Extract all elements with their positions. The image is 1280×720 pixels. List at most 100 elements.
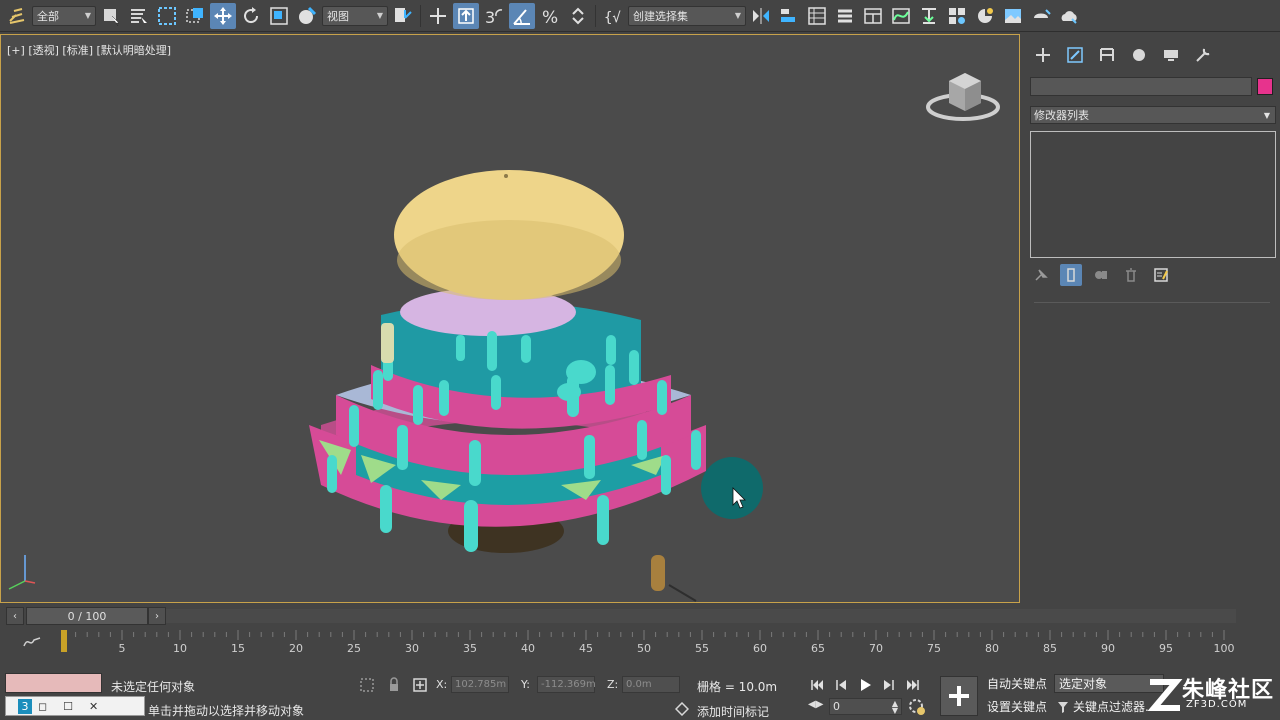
maxscript-listener-field[interactable] <box>5 673 102 693</box>
remove-modifier-icon[interactable] <box>1120 264 1142 286</box>
select-object-icon[interactable] <box>98 3 124 29</box>
align-icon[interactable] <box>776 3 802 29</box>
modifier-list-label: 修改器列表 <box>1034 109 1089 122</box>
pin-stack-icon[interactable] <box>1030 264 1052 286</box>
auto-key-button[interactable]: 自动关键点 <box>984 674 1050 693</box>
schematic-view-icon[interactable] <box>916 3 942 29</box>
y-coordinate-field[interactable]: -112.369m <box>537 676 596 693</box>
modifier-stack[interactable] <box>1030 131 1276 258</box>
go-to-end-icon[interactable] <box>902 676 923 694</box>
add-time-tag-button[interactable]: 添加时间标记 <box>697 703 769 720</box>
percent-snap-icon[interactable]: % <box>537 3 563 29</box>
spinner-icon[interactable]: ▲ ▼ <box>892 699 898 714</box>
material-editor-icon[interactable] <box>944 3 970 29</box>
main-toolbar: 全部 ▼ 视图 ▼ 3 % {√ 创建选择集 ▼ <box>0 0 1280 32</box>
time-slider-thumb[interactable]: 0 / 100 <box>26 607 148 625</box>
scene-explorer-icon[interactable] <box>804 3 830 29</box>
select-manipulate-icon[interactable] <box>425 3 451 29</box>
command-panel: 修改器列表 ▼ <box>1022 34 1280 603</box>
rect-selection-region-icon[interactable] <box>154 3 180 29</box>
select-and-move-icon[interactable] <box>210 2 236 29</box>
object-name-field[interactable] <box>1030 77 1252 96</box>
key-mode-toggle-icon[interactable]: ◀▶ <box>808 699 823 710</box>
absolute-mode-transform-icon[interactable] <box>412 677 428 693</box>
tick-label: 75 <box>927 642 941 655</box>
previous-frame-arrow-icon[interactable]: ‹ <box>6 607 24 625</box>
restore-window-icon[interactable]: ◻ <box>38 700 47 713</box>
display-tab-icon[interactable] <box>1158 42 1184 68</box>
configure-modifier-sets-icon[interactable] <box>1150 264 1172 286</box>
x-coordinate-field[interactable]: 102.785m <box>451 676 509 693</box>
set-keys-icon[interactable] <box>940 676 978 716</box>
tick-label: 50 <box>637 642 651 655</box>
toggle-ribbon-icon[interactable] <box>860 3 886 29</box>
pillar <box>657 380 667 415</box>
render-in-cloud-icon[interactable] <box>1056 3 1082 29</box>
spinner-snap-icon[interactable] <box>565 3 591 29</box>
keyboard-shortcut-override-icon[interactable] <box>453 2 479 29</box>
minimized-window-strip[interactable]: 3 ◻ ☐ ✕ <box>5 696 145 716</box>
select-and-scale-icon[interactable] <box>266 3 292 29</box>
window-crossing-icon[interactable] <box>182 3 208 29</box>
select-and-place-icon[interactable] <box>294 3 320 29</box>
toolbar-divider <box>595 4 596 27</box>
show-end-result-icon[interactable] <box>1060 264 1082 286</box>
time-slider-track[interactable] <box>166 609 1236 623</box>
named-selection-dropdown[interactable]: 创建选择集 ▼ <box>628 5 746 26</box>
utilities-tab-icon[interactable] <box>1190 42 1216 68</box>
selection-filter-value: 全部 <box>37 9 59 23</box>
selection-lock-icon[interactable] <box>386 677 402 693</box>
time-slider-position: 0 / 100 <box>67 609 107 623</box>
edit-named-selection-icon[interactable]: {√ <box>600 3 626 29</box>
hierarchy-tab-icon[interactable] <box>1094 42 1120 68</box>
selection-filter-dropdown[interactable]: 全部 ▼ <box>32 5 96 26</box>
rendered-frame-window-icon[interactable] <box>1000 3 1026 29</box>
object-color-swatch[interactable] <box>1257 78 1273 95</box>
angle-snap-icon[interactable] <box>509 2 535 29</box>
tick-label: 5 <box>119 642 126 655</box>
tick-label: 45 <box>579 642 593 655</box>
status-bar: 3 ◻ ☐ ✕ 未选定任何对象 单击并拖动以选择并移动对象 X: 102.785… <box>0 668 1280 720</box>
time-tag-icon[interactable] <box>675 702 689 716</box>
motion-tab-icon[interactable] <box>1126 42 1152 68</box>
set-key-button[interactable]: 设置关键点 <box>984 697 1050 716</box>
snap-toggle-icon[interactable]: 3 <box>481 3 507 29</box>
next-frame-arrow-icon[interactable]: › <box>148 607 166 625</box>
link-icon[interactable] <box>4 3 30 29</box>
go-to-start-icon[interactable] <box>806 676 827 694</box>
pillar <box>397 425 408 470</box>
viewcube[interactable] <box>925 63 1005 133</box>
reference-coordinate-dropdown[interactable]: 视图 ▼ <box>322 5 388 26</box>
tick-label: 20 <box>289 642 303 655</box>
maximize-window-icon[interactable]: ☐ <box>63 700 73 713</box>
render-production-icon[interactable] <box>1028 3 1054 29</box>
play-icon[interactable] <box>854 676 875 694</box>
make-unique-icon[interactable] <box>1090 264 1112 286</box>
curve-editor-icon[interactable] <box>888 3 914 29</box>
time-configuration-icon[interactable] <box>908 698 926 716</box>
tick-label: 90 <box>1101 642 1115 655</box>
pillar <box>491 375 501 410</box>
perspective-viewport[interactable]: [+] [透视] [标准] [默认明暗处理] <box>0 34 1020 603</box>
track-bar[interactable]: 0510152025303540455055606570758085909510… <box>0 628 1280 666</box>
select-and-rotate-icon[interactable] <box>238 3 264 29</box>
current-frame-field[interactable]: 0 ▲ ▼ <box>829 698 902 715</box>
isolate-selection-icon[interactable] <box>359 677 375 693</box>
z-coordinate-field[interactable]: 0.0m <box>622 676 680 693</box>
next-frame-icon[interactable] <box>878 676 899 694</box>
modifier-list-dropdown[interactable]: 修改器列表 ▼ <box>1030 106 1276 124</box>
pillar <box>413 385 423 425</box>
layer-explorer-icon[interactable] <box>832 3 858 29</box>
tick-label: 85 <box>1043 642 1057 655</box>
modify-tab-icon[interactable] <box>1062 42 1088 68</box>
mirror-icon[interactable] <box>748 3 774 29</box>
render-setup-icon[interactable] <box>972 3 998 29</box>
previous-frame-icon[interactable] <box>830 676 851 694</box>
current-frame-marker[interactable] <box>61 630 67 652</box>
create-tab-icon[interactable] <box>1030 42 1056 68</box>
pillar <box>606 335 616 365</box>
pillar <box>521 335 531 363</box>
close-window-icon[interactable]: ✕ <box>89 700 98 713</box>
pivot-point-center-icon[interactable] <box>390 3 416 29</box>
select-by-name-icon[interactable] <box>126 3 152 29</box>
